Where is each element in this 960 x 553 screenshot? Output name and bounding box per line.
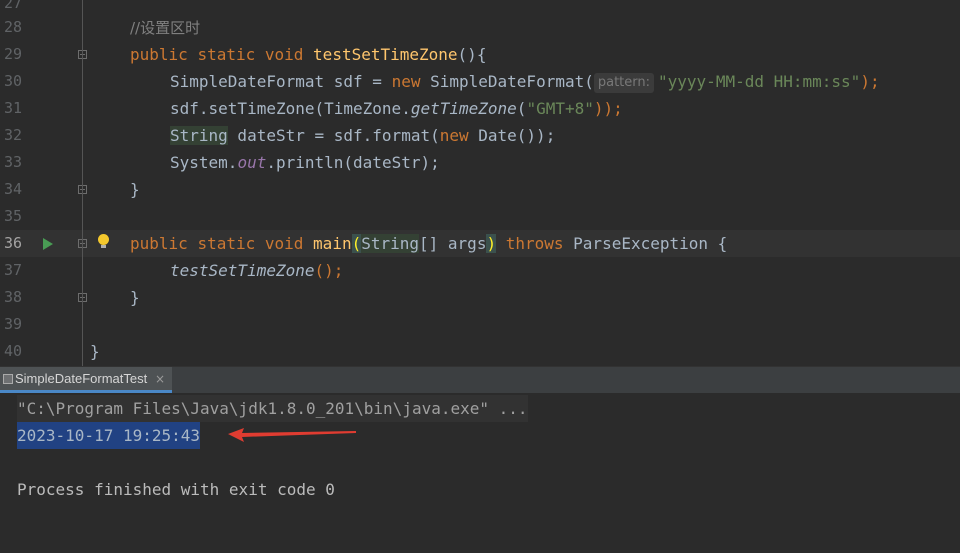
code-line[interactable]: 39 <box>0 311 960 338</box>
code-text: Date()); <box>468 126 556 145</box>
code-editor[interactable]: 27 28 //设置区时 29 public static void testS… <box>0 0 960 366</box>
keyword-token: void <box>264 234 304 253</box>
code-comment: //设置区时 <box>130 19 201 37</box>
keyword-token: void <box>264 45 304 64</box>
code-text: SimpleDateFormat( <box>420 72 594 91</box>
run-icon[interactable] <box>43 238 53 250</box>
code-text: (); <box>314 261 344 280</box>
paren-match: ) <box>486 234 497 253</box>
close-icon[interactable]: × <box>155 367 165 391</box>
code-text: dateStr = sdf.format( <box>227 126 440 145</box>
line-number: 30 <box>3 72 22 90</box>
code-line[interactable]: 35 <box>0 203 960 230</box>
string-literal: "yyyy-MM-dd HH:mm:ss" <box>658 72 861 91</box>
code-text: ( <box>516 99 527 118</box>
type-token: String <box>170 126 228 145</box>
keyword-token: throws <box>505 234 564 253</box>
line-number: 32 <box>3 126 22 144</box>
code-text: } <box>130 180 140 199</box>
code-text: } <box>130 288 140 307</box>
line-number: 37 <box>3 261 22 279</box>
code-text: } <box>90 342 100 361</box>
static-field: out <box>237 153 267 172</box>
code-line[interactable]: 32 String dateStr = sdf.format(new Date(… <box>0 122 960 149</box>
code-text: (){ <box>457 45 487 64</box>
keyword-token: new <box>391 72 421 91</box>
line-number: 28 <box>3 18 22 36</box>
run-console[interactable]: "C:\Program Files\Java\jdk1.8.0_201\bin\… <box>0 393 960 553</box>
code-line[interactable]: 29 public static void testSetTimeZone(){ <box>0 41 960 68</box>
keyword-token: public <box>130 45 188 64</box>
method-call: getTimeZone <box>410 99 517 118</box>
keyword-token: static <box>197 45 256 64</box>
exit-message: Process finished with exit code 0 <box>17 480 335 499</box>
code-line[interactable]: 37 testSetTimeZone(); <box>0 257 960 284</box>
line-number: 38 <box>3 288 22 306</box>
code-text: ); <box>860 72 880 91</box>
code-line[interactable]: 34 } <box>0 176 960 203</box>
type-token: String <box>361 234 420 253</box>
keyword-token: public <box>130 234 188 253</box>
keyword-token: static <box>197 234 256 253</box>
console-output-selected[interactable]: 2023-10-17 19:25:43 <box>17 422 201 449</box>
line-number: 35 <box>3 207 22 225</box>
code-text: ParseException { <box>563 234 728 253</box>
method-call: testSetTimeZone <box>170 261 315 280</box>
tab-run-config[interactable]: SimpleDateFormatTest × <box>0 367 172 393</box>
run-tool-window-tabbar: SimpleDateFormatTest × <box>0 366 960 393</box>
code-line[interactable]: 28 //设置区时 <box>0 14 960 41</box>
code-text: SimpleDateFormat sdf = <box>170 72 392 91</box>
code-line[interactable]: 38 } <box>0 284 960 311</box>
string-literal: "GMT+8" <box>526 99 594 118</box>
line-number: 34 <box>3 180 22 198</box>
method-name: main <box>313 234 352 253</box>
line-number: 36 <box>3 234 22 252</box>
line-number: 40 <box>3 342 22 360</box>
line-number: 31 <box>3 99 22 117</box>
lightbulb-icon[interactable] <box>98 234 109 248</box>
code-line[interactable]: 33 System.out.println(dateStr); <box>0 149 960 176</box>
code-text: System. <box>170 153 238 172</box>
line-number: 39 <box>3 315 22 333</box>
annotation-arrow <box>228 428 356 442</box>
line-number: 33 <box>3 153 22 171</box>
paren-match: ( <box>351 234 362 253</box>
code-text: )); <box>593 99 623 118</box>
code-line[interactable]: 30 SimpleDateFormat sdf = new SimpleDate… <box>0 68 960 95</box>
parameter-hint: pattern: <box>593 73 655 93</box>
code-line[interactable]: 31 sdf.setTimeZone(TimeZone.getTimeZone(… <box>0 95 960 122</box>
gutter-divider <box>82 0 83 366</box>
tab-label: SimpleDateFormatTest <box>15 371 148 386</box>
code-text: sdf.setTimeZone(TimeZone. <box>170 99 411 118</box>
code-line[interactable]: 40 } <box>0 338 960 365</box>
method-name: testSetTimeZone <box>313 45 458 64</box>
line-number: 29 <box>3 45 22 63</box>
code-text: .println(dateStr); <box>266 153 440 172</box>
console-icon <box>3 374 13 384</box>
code-line-current[interactable]: 36 public static void main(String[] args… <box>0 230 960 257</box>
command-line: "C:\Program Files\Java\jdk1.8.0_201\bin\… <box>17 395 528 422</box>
keyword-token: new <box>439 126 469 145</box>
code-text: [] args <box>419 234 487 253</box>
